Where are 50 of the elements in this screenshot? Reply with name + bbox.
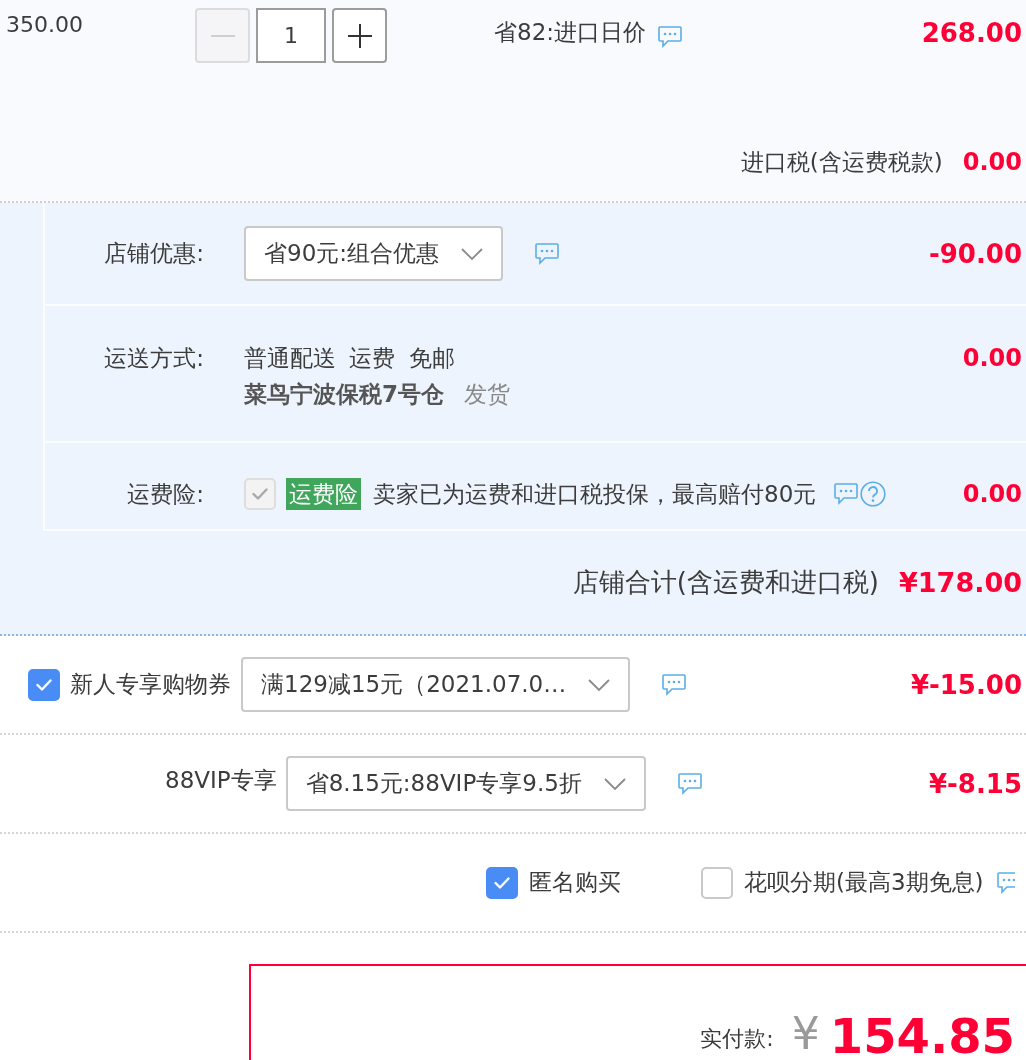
currency-symbol: ¥ xyxy=(791,1012,820,1056)
checkbox[interactable] xyxy=(486,866,518,899)
chat-icon[interactable] xyxy=(677,772,702,795)
shipping-amount: 0.00 xyxy=(962,343,1022,374)
insurance-amount: 0.00 xyxy=(962,480,1022,508)
coupon-label: 新人专享购物券 xyxy=(70,670,231,699)
field-label: 运送方式: xyxy=(103,344,204,373)
payment-label: 实付款: xyxy=(700,1025,774,1053)
payment-amount: 154.85 xyxy=(829,1012,1015,1060)
discount-amount: -90.00 xyxy=(928,238,1022,269)
store-total-amount: ¥178.00 xyxy=(899,567,1022,598)
chat-icon[interactable] xyxy=(535,242,559,265)
field-label: 店铺优惠: xyxy=(103,239,204,268)
tax-amount: 0.00 xyxy=(962,147,1022,177)
chat-icon[interactable] xyxy=(658,26,682,48)
checkmark-icon xyxy=(252,488,268,500)
checkbox[interactable] xyxy=(28,668,60,701)
coupon-label: 88VIP专享 xyxy=(165,766,277,795)
coupon-dropdown[interactable]: 省8.15元:88VIP专享9.5折 xyxy=(285,756,646,811)
chat-icon[interactable] xyxy=(662,673,687,696)
checkbox[interactable] xyxy=(701,866,733,899)
increase-button[interactable] xyxy=(332,8,387,63)
coupon-amount: ¥-15.00 xyxy=(910,669,1022,700)
minus-icon xyxy=(210,34,235,37)
coupon-dropdown[interactable]: 满129减15元（2021.07.0… xyxy=(241,657,631,712)
plus-icon xyxy=(347,23,372,48)
checkmark-icon xyxy=(36,678,52,691)
option-label: 匿名购买 xyxy=(529,868,621,897)
chat-icon[interactable] xyxy=(996,871,1015,894)
promo-text: 省82:进口日价 xyxy=(494,17,646,47)
store-total-label: 店铺合计(含运费和进口税) xyxy=(572,566,879,599)
field-label: 运费险: xyxy=(126,479,204,509)
shipping-method: 普通配送 运费 免邮 xyxy=(244,344,455,373)
subtotal-amount: 268.00 xyxy=(921,18,1022,48)
option-label: 花呗分期(最高3期免息) xyxy=(744,868,984,897)
chevron-down-icon xyxy=(461,247,483,260)
tax-label: 进口税(含运费税款) xyxy=(740,148,943,177)
chat-icon[interactable] xyxy=(834,483,859,505)
chevron-down-icon xyxy=(603,777,626,790)
dispatch-text: 发货 xyxy=(464,380,510,409)
help-icon[interactable] xyxy=(860,481,887,507)
checkmark-icon xyxy=(494,876,510,889)
discount-dropdown[interactable]: 省90元:组合优惠 xyxy=(244,226,503,281)
insurance-text: 卖家已为运费和进口税投保，最高赔付80元 xyxy=(373,479,817,509)
insurance-tag: 运费险 xyxy=(286,478,361,510)
warehouse-name: 菜鸟宁波保税7号仓 xyxy=(244,380,444,409)
coupon-amount: ¥-8.15 xyxy=(928,768,1022,799)
unit-price: 350.00 xyxy=(6,12,84,37)
quantity-field[interactable]: 1 xyxy=(256,8,326,63)
chevron-down-icon xyxy=(588,678,611,691)
